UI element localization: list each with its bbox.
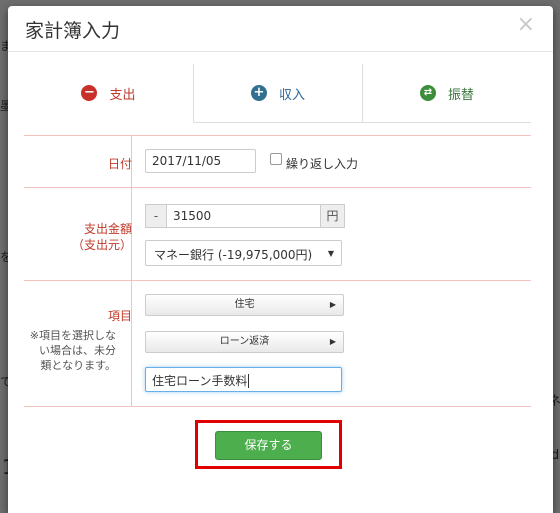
- plus-circle-icon: +: [250, 85, 267, 101]
- swap-circle-icon: ⇄: [419, 85, 436, 101]
- row-divider: [131, 281, 132, 407]
- repeat-checkbox[interactable]: [270, 153, 282, 165]
- minus-circle-icon: −: [81, 85, 98, 101]
- category-note: ※項目を選択しな い場合は、未分 類となります。: [24, 328, 116, 373]
- category-row: 項目 ※項目を選択しな い場合は、未分 類となります。 住宅 ▶ ローン返済 ▶…: [24, 280, 531, 407]
- account-select[interactable]: マネー銀行 (-19,975,000円) ▼: [145, 240, 342, 266]
- major-category-button[interactable]: 住宅 ▶: [145, 294, 344, 316]
- date-label: 日付: [107, 157, 132, 171]
- save-button-highlight: [195, 420, 342, 469]
- memo-value: 住宅ローン手数料: [152, 374, 248, 388]
- category-note-line: 類となります。: [40, 359, 116, 372]
- tab-income[interactable]: + 収入: [194, 64, 363, 122]
- memo-input[interactable]: 住宅ローン手数料: [145, 367, 342, 392]
- date-input[interactable]: 2017/11/05: [145, 149, 256, 173]
- category-label: 項目: [107, 309, 132, 323]
- chevron-down-icon: ▼: [327, 249, 334, 258]
- amount-sub-label: （支出元）: [71, 238, 132, 252]
- unit-addon: 円: [320, 204, 345, 228]
- category-note-line: い場合は、未分: [39, 344, 116, 357]
- tab-expense[interactable]: − 支出: [24, 64, 194, 123]
- household-entry-modal: 家計簿入力 × − 支出 + 収入 ⇄ 振替 日付 2017/11/05 繰り返…: [8, 6, 553, 513]
- tab-label: 収入: [278, 87, 305, 103]
- account-select-value: マネー銀行 (-19,975,000円): [154, 248, 313, 262]
- minor-category-label: ローン返済: [219, 336, 270, 347]
- amount-label: 支出金額: [83, 222, 132, 236]
- close-icon[interactable]: ×: [517, 14, 535, 36]
- tab-transfer[interactable]: ⇄ 振替: [363, 64, 531, 122]
- date-row: 日付 2017/11/05 繰り返し入力: [24, 135, 531, 188]
- caret-right-icon: ▶: [329, 300, 336, 309]
- sign-addon: -: [145, 204, 167, 228]
- minor-category-button[interactable]: ローン返済 ▶: [145, 331, 344, 353]
- modal-header: 家計簿入力 ×: [8, 6, 553, 52]
- amount-row: 支出金額 （支出元） - 31500 円 マネー銀行 (-19,975,000円…: [24, 187, 531, 281]
- repeat-label: 繰り返し入力: [286, 157, 359, 171]
- major-category-label: 住宅: [234, 299, 255, 310]
- modal-title: 家計簿入力: [25, 20, 121, 42]
- tab-label: 支出: [109, 87, 136, 103]
- tab-label: 振替: [447, 87, 474, 103]
- amount-input[interactable]: 31500: [166, 204, 321, 228]
- caret-right-icon: ▶: [329, 337, 336, 346]
- category-note-line: ※項目を選択しな: [29, 329, 116, 342]
- entry-type-tabs: − 支出 + 収入 ⇄ 振替: [24, 64, 531, 123]
- form-bottom-divider: [24, 406, 531, 407]
